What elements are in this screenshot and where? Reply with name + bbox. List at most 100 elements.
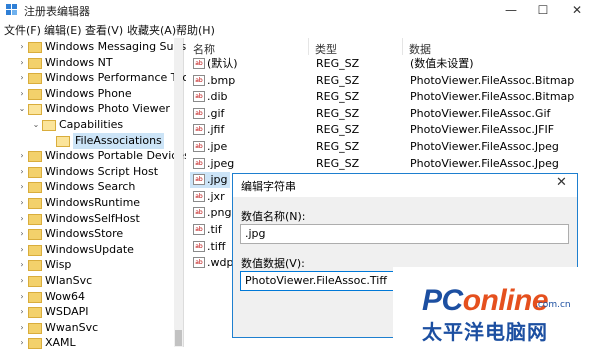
chevron-down-icon[interactable]: ⌄	[32, 117, 40, 133]
chevron-right-icon[interactable]: ›	[18, 257, 26, 273]
folder-icon	[28, 73, 42, 85]
chevron-right-icon[interactable]: ›	[18, 70, 26, 86]
chevron-right-icon[interactable]: ›	[18, 148, 26, 164]
chevron-right-icon[interactable]: ›	[18, 273, 26, 289]
tree-item[interactable]: › Windows Phone	[0, 86, 174, 102]
string-value-icon: ab	[193, 91, 205, 103]
tree-item[interactable]: ⌄ Capabilities	[0, 117, 174, 133]
tree-item-label: Windows Photo Viewer	[45, 102, 170, 116]
tree-scrollbar[interactable]	[174, 38, 183, 347]
string-value-icon: ab	[193, 124, 205, 136]
minimize-button[interactable]: —	[496, 0, 526, 20]
tree-item[interactable]: › Windows Messaging Subsys	[0, 39, 198, 55]
tree-item-label: Wisp	[45, 258, 72, 272]
list-item[interactable]: ab .jpe REG_SZ PhotoViewer.FileAssoc.Jpeg	[190, 139, 590, 155]
column-divider[interactable]	[308, 38, 309, 55]
chevron-down-icon[interactable]: ⌄	[18, 101, 26, 117]
value-data: PhotoViewer.FileAssoc.Bitmap	[410, 90, 575, 104]
folder-icon	[28, 322, 42, 334]
chevron-right-icon[interactable]: ›	[18, 195, 26, 211]
tree-item[interactable]: › WlanSvc	[0, 273, 174, 289]
list-item[interactable]: ab .jfif REG_SZ PhotoViewer.FileAssoc.JFIF	[190, 122, 590, 138]
value-name: .jpg	[207, 173, 228, 187]
column-divider[interactable]	[402, 38, 403, 55]
column-header-data[interactable]: 数据	[409, 41, 431, 57]
tree-item[interactable]: FileAssociations	[0, 132, 174, 149]
maximize-button[interactable]: ☐	[528, 0, 558, 20]
tree-item[interactable]: › Windows Performance Tool	[0, 70, 192, 86]
tree-item[interactable]: › Wisp	[0, 257, 174, 273]
tree-item[interactable]: › Windows Portable Devices	[0, 148, 190, 164]
value-type: REG_SZ	[316, 156, 360, 170]
tree-item[interactable]: › WindowsUpdate	[0, 242, 174, 258]
list-item[interactable]: ab .dib REG_SZ PhotoViewer.FileAssoc.Bitmap	[190, 89, 590, 105]
value-name: .wdp	[207, 256, 234, 270]
list-item[interactable]: ab .jpg	[190, 172, 230, 189]
tree-item[interactable]: › WSDAPI	[0, 304, 174, 320]
chevron-right-icon[interactable]: ›	[18, 179, 26, 195]
tree-item-label: WSDAPI	[45, 305, 89, 319]
tree-item[interactable]: › WindowsRuntime	[0, 195, 174, 211]
close-window-button[interactable]: ✕	[562, 0, 592, 20]
chevron-right-icon[interactable]: ›	[18, 86, 26, 102]
chevron-right-icon[interactable]: ›	[18, 55, 26, 71]
tree-item[interactable]: › WwanSvc	[0, 320, 174, 336]
string-value-icon: ab	[193, 174, 205, 186]
menu-help[interactable]: 帮助(H)	[176, 22, 215, 38]
list-item[interactable]: ab .jpeg REG_SZ PhotoViewer.FileAssoc.Jpeg	[190, 156, 590, 172]
value-data: PhotoViewer.FileAssoc.Jpeg	[410, 156, 559, 170]
dialog-title: 编辑字符串	[241, 180, 296, 193]
chevron-right-icon[interactable]: ›	[18, 242, 26, 258]
tree-item[interactable]: › WindowsSelfHost	[0, 211, 174, 227]
value-name: .jfif	[207, 123, 225, 137]
menu-view[interactable]: 查看(V)	[85, 22, 123, 38]
value-name: .jpeg	[207, 156, 235, 170]
window-title: 注册表编辑器	[24, 5, 90, 18]
string-value-icon: ab	[193, 141, 205, 152]
value-name: .gif	[207, 106, 225, 120]
list-item[interactable]: ab (默认) REG_SZ (数值未设置)	[190, 56, 590, 72]
menu-file[interactable]: 文件(F)	[4, 22, 41, 38]
list-item[interactable]: ab .gif REG_SZ PhotoViewer.FileAssoc.Gif	[190, 106, 590, 122]
value-data: PhotoViewer.FileAssoc.Bitmap	[410, 73, 575, 87]
folder-icon	[28, 166, 42, 178]
column-header-type[interactable]: 类型	[315, 41, 337, 57]
value-type: REG_SZ	[316, 90, 360, 104]
value-name: .jxr	[207, 189, 225, 203]
menu-favorites[interactable]: 收藏夹(A)	[127, 22, 176, 38]
tree-item-label: Windows Script Host	[45, 164, 159, 178]
folder-icon	[28, 182, 42, 194]
value-data: PhotoViewer.FileAssoc.Jpeg	[410, 140, 559, 153]
tree-item[interactable]: › WindowsStore	[0, 226, 174, 242]
column-header-name[interactable]: 名称	[193, 41, 215, 57]
chevron-right-icon[interactable]: ›	[18, 226, 26, 242]
chevron-right-icon[interactable]: ›	[18, 320, 26, 336]
value-data: (数值未设置)	[410, 57, 474, 70]
chevron-right-icon[interactable]: ›	[18, 335, 26, 351]
chevron-right-icon[interactable]: ›	[18, 289, 26, 305]
menu-edit[interactable]: 编辑(E)	[44, 22, 82, 38]
folder-icon	[56, 135, 70, 147]
chevron-right-icon[interactable]: ›	[18, 211, 26, 227]
tree-item[interactable]: › Wow64	[0, 289, 174, 305]
list-item[interactable]: ab .bmp REG_SZ PhotoViewer.FileAssoc.Bitmap	[190, 73, 590, 89]
tree-item[interactable]: › XAML	[0, 335, 174, 351]
folder-icon	[28, 42, 42, 53]
tree-item[interactable]: › Windows Script Host	[0, 164, 174, 180]
chevron-right-icon[interactable]: ›	[18, 164, 26, 180]
value-name: .tiff	[207, 239, 226, 253]
value-type: REG_SZ	[316, 73, 360, 87]
string-value-icon: ab	[193, 190, 205, 202]
folder-icon	[28, 291, 42, 303]
chevron-right-icon[interactable]: ›	[18, 304, 26, 320]
value-name-field[interactable]: .jpg	[240, 224, 569, 244]
tree-item[interactable]: › Windows NT	[0, 55, 174, 71]
tree-item[interactable]: ⌄ Windows Photo Viewer	[0, 101, 174, 117]
value-type: REG_SZ	[316, 123, 360, 137]
chevron-right-icon[interactable]: ›	[18, 39, 26, 55]
tree-item[interactable]: › Windows Search	[0, 179, 174, 195]
value-type: REG_SZ	[316, 140, 360, 153]
tree-item-label: WwanSvc	[45, 320, 99, 334]
tree-scrollbar-thumb[interactable]	[175, 330, 182, 346]
dialog-close-icon[interactable]: ✕	[556, 175, 567, 190]
